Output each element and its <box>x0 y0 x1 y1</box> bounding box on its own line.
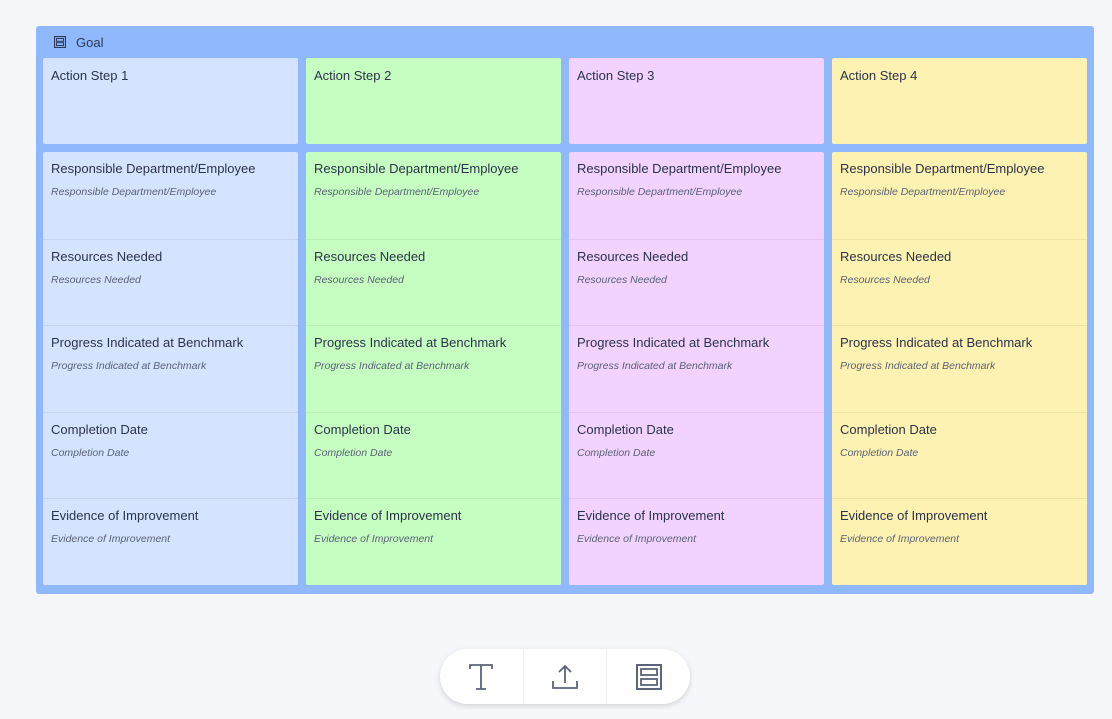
field-title: Completion Date <box>51 421 148 437</box>
field-completion-date[interactable]: Completion Date Completion Date <box>43 411 298 499</box>
field-value[interactable]: Resources Needed <box>577 274 816 286</box>
field-title: Responsible Department/Employee <box>314 161 519 176</box>
goal-header: Goal <box>54 33 103 51</box>
field-value[interactable]: Responsible Department/Employee <box>840 186 1079 198</box>
field-value[interactable]: Evidence of Improvement <box>840 533 1079 545</box>
field-title: Resources Needed <box>51 248 163 264</box>
field-title: Evidence of Improvement <box>314 508 462 524</box>
goal-frame[interactable]: Goal Action Step 1 Responsible Departmen… <box>36 26 1094 594</box>
action-step-card[interactable]: Action Step 3 <box>569 58 824 144</box>
field-title: Progress Indicated at Benchmark <box>840 335 1033 351</box>
field-value[interactable]: Progress Indicated at Benchmark <box>577 360 816 372</box>
field-evidence[interactable]: Evidence of Improvement Evidence of Impro… <box>43 498 298 585</box>
action-step-card[interactable]: Action Step 1 <box>43 58 298 144</box>
field-completion-date[interactable]: Completion Date Completion Date <box>306 411 561 499</box>
field-value[interactable]: Progress Indicated at Benchmark <box>840 360 1079 372</box>
field-responsible[interactable]: Responsible Department/Employee Responsib… <box>43 152 298 239</box>
upload-tool-button[interactable] <box>522 649 607 704</box>
field-progress[interactable]: Progress Indicated at Benchmark Progress … <box>832 325 1087 412</box>
field-title: Evidence of Improvement <box>577 508 725 524</box>
field-value[interactable]: Progress Indicated at Benchmark <box>51 360 290 372</box>
field-title: Evidence of Improvement <box>51 508 199 524</box>
field-value[interactable]: Completion Date <box>840 447 1079 459</box>
field-value[interactable]: Resources Needed <box>314 274 553 286</box>
text-icon <box>469 663 494 690</box>
field-title: Resources Needed <box>314 248 426 264</box>
template-tool-button[interactable] <box>606 649 690 704</box>
upload-icon <box>552 664 578 689</box>
bottom-toolbar <box>440 649 690 704</box>
field-value[interactable]: Completion Date <box>51 447 290 459</box>
field-title: Responsible Department/Employee <box>51 161 256 176</box>
field-value[interactable]: Progress Indicated at Benchmark <box>314 360 553 372</box>
field-resources[interactable]: Resources Needed Resources Needed <box>306 238 561 326</box>
template-icon <box>54 36 66 48</box>
action-step-title: Action Step 4 <box>840 68 918 83</box>
field-value[interactable]: Resources Needed <box>51 274 290 286</box>
action-step-card[interactable]: Action Step 4 <box>832 58 1087 144</box>
action-step-card[interactable]: Action Step 2 <box>306 58 561 144</box>
field-resources[interactable]: Resources Needed Resources Needed <box>832 238 1087 326</box>
action-step-title: Action Step 2 <box>314 68 392 83</box>
field-evidence[interactable]: Evidence of Improvement Evidence of Impro… <box>306 498 561 585</box>
field-value[interactable]: Completion Date <box>577 447 816 459</box>
field-evidence[interactable]: Evidence of Improvement Evidence of Impro… <box>832 498 1087 585</box>
field-title: Completion Date <box>577 421 674 437</box>
field-value[interactable]: Resources Needed <box>840 274 1079 286</box>
field-value[interactable]: Evidence of Improvement <box>51 533 290 545</box>
fields-card[interactable]: Responsible Department/Employee Responsib… <box>43 152 298 585</box>
field-responsible[interactable]: Responsible Department/Employee Responsib… <box>832 152 1087 239</box>
goal-title: Goal <box>76 34 104 50</box>
field-progress[interactable]: Progress Indicated at Benchmark Progress … <box>43 325 298 412</box>
field-title: Progress Indicated at Benchmark <box>51 335 244 351</box>
field-evidence[interactable]: Evidence of Improvement Evidence of Impro… <box>569 498 824 585</box>
field-value[interactable]: Evidence of Improvement <box>314 533 553 545</box>
field-value[interactable]: Responsible Department/Employee <box>314 186 553 198</box>
fields-card[interactable]: Responsible Department/Employee Responsib… <box>306 152 561 585</box>
field-resources[interactable]: Resources Needed Resources Needed <box>43 238 298 326</box>
field-title: Responsible Department/Employee <box>840 161 1045 176</box>
field-title: Resources Needed <box>840 248 952 264</box>
field-progress[interactable]: Progress Indicated at Benchmark Progress … <box>569 325 824 412</box>
field-title: Progress Indicated at Benchmark <box>577 335 770 351</box>
field-title: Resources Needed <box>577 248 689 264</box>
field-completion-date[interactable]: Completion Date Completion Date <box>832 411 1087 499</box>
field-value[interactable]: Responsible Department/Employee <box>51 186 290 198</box>
field-value[interactable]: Completion Date <box>314 447 553 459</box>
field-title: Evidence of Improvement <box>840 508 988 524</box>
field-resources[interactable]: Resources Needed Resources Needed <box>569 238 824 326</box>
field-responsible[interactable]: Responsible Department/Employee Responsib… <box>569 152 824 239</box>
field-title: Completion Date <box>314 421 411 437</box>
field-value[interactable]: Responsible Department/Employee <box>577 186 816 198</box>
field-value[interactable]: Evidence of Improvement <box>577 533 816 545</box>
fields-card[interactable]: Responsible Department/Employee Responsib… <box>569 152 824 585</box>
template-icon <box>635 663 662 690</box>
field-title: Completion Date <box>840 421 937 437</box>
action-step-title: Action Step 1 <box>51 68 129 83</box>
field-title: Responsible Department/Employee <box>577 161 782 176</box>
field-progress[interactable]: Progress Indicated at Benchmark Progress … <box>306 325 561 412</box>
text-tool-button[interactable] <box>440 649 523 704</box>
field-responsible[interactable]: Responsible Department/Employee Responsib… <box>306 152 561 239</box>
fields-card[interactable]: Responsible Department/Employee Responsib… <box>832 152 1087 585</box>
action-step-title: Action Step 3 <box>577 68 655 83</box>
field-title: Progress Indicated at Benchmark <box>314 335 507 351</box>
field-completion-date[interactable]: Completion Date Completion Date <box>569 411 824 499</box>
